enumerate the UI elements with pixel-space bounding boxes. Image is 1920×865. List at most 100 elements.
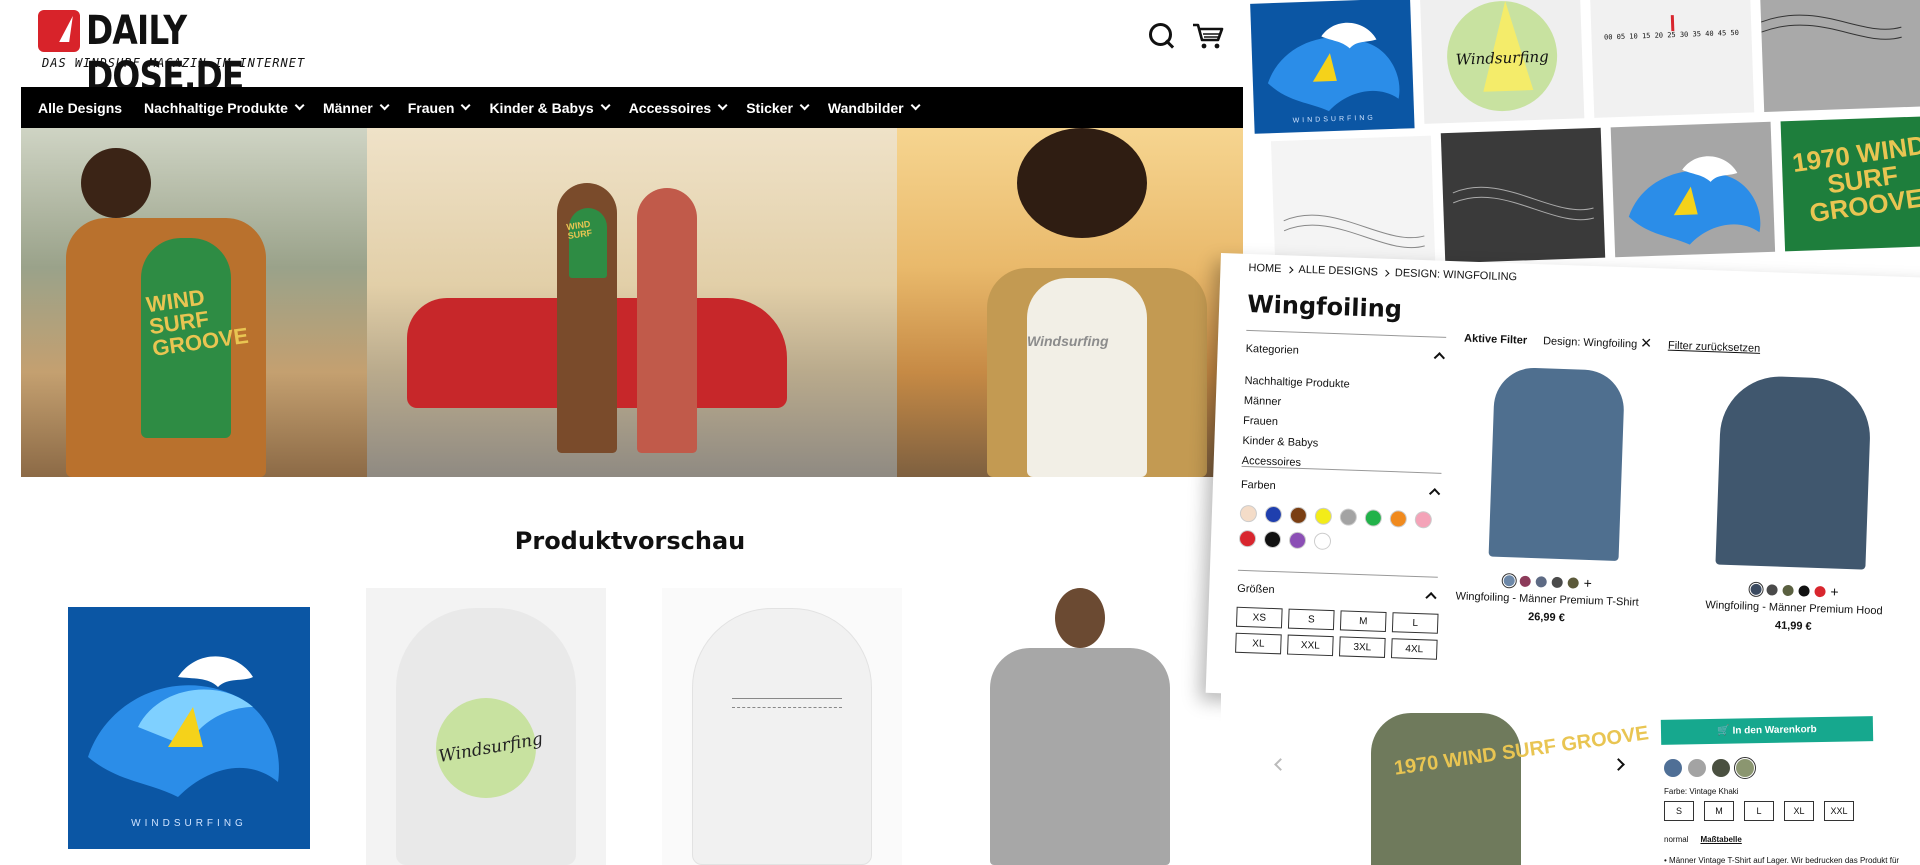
collage-tile-lines-light[interactable] [1270, 135, 1436, 272]
color-swatch[interactable] [1734, 757, 1756, 779]
collage-tile-wave[interactable]: WINDSURFING [1250, 0, 1415, 134]
collage-tile-windsurfing[interactable]: Windsurfing [1419, 0, 1585, 124]
ruler-marker [1670, 15, 1675, 32]
add-to-cart-button[interactable]: 🛒 In den Warenkorb [1660, 716, 1874, 745]
plus-icon[interactable]: + [1583, 575, 1592, 591]
product-name[interactable]: Wingfoiling - Männer Premium T-Shirt [1447, 590, 1647, 609]
nav-item-wandbilder[interactable]: Wandbilder [828, 100, 921, 116]
size-option[interactable]: M [1339, 610, 1387, 632]
nav-item-kinder-babys[interactable]: Kinder & Babys [489, 100, 611, 116]
nav-item-alle-designs[interactable]: Alle Designs [38, 100, 122, 116]
breadcrumb-alle-designs[interactable]: ALLE DESIGNS [1298, 264, 1378, 279]
hero-banner[interactable]: WIND SURF GROOVE WIND SURF Windsurfing [21, 128, 1243, 477]
color-swatch[interactable] [1688, 759, 1706, 777]
ruler-graphic [732, 698, 842, 708]
reset-filters-link[interactable]: Filter zurücksetzen [1668, 339, 1761, 354]
size-option[interactable]: L [1744, 801, 1774, 821]
color-swatch[interactable] [1288, 531, 1307, 550]
facet-categories: Kategorien Nachhaltige Produkte Männer F… [1241, 329, 1447, 478]
size-option[interactable]: M [1704, 801, 1734, 821]
chevron-left-icon[interactable] [1274, 758, 1287, 771]
color-swatch[interactable] [1263, 530, 1282, 549]
collage-tile-ruler[interactable]: 00 05 10 15 20 25 30 35 40 45 50 [1589, 0, 1755, 118]
color-swatch[interactable] [1264, 505, 1283, 524]
cart-icon: 🛒 [1717, 725, 1733, 737]
product-swatches: + [1448, 572, 1648, 591]
size-option[interactable]: 3XL [1338, 636, 1386, 658]
color-swatch[interactable] [1314, 507, 1333, 526]
preview-card-white-hoodie[interactable] [662, 588, 902, 865]
size-option[interactable]: XS [1235, 606, 1283, 629]
size-option[interactable]: XL [1235, 632, 1282, 655]
color-swatch[interactable] [1535, 576, 1547, 588]
facet-header[interactable]: Größen [1237, 569, 1438, 604]
color-swatch[interactable] [1501, 572, 1517, 589]
preview-card-women-tee[interactable] [960, 588, 1200, 865]
chevron-down-icon [799, 100, 810, 111]
white-shirt-shape [1027, 278, 1147, 477]
product-name[interactable]: Wingfoiling - Männer Premium Hood [1694, 599, 1894, 618]
color-swatch[interactable] [1798, 585, 1810, 597]
product-image[interactable] [1695, 374, 1902, 571]
facet-header[interactable]: Kategorien [1245, 329, 1447, 364]
preview-card-hoodie[interactable]: Windsurfing [366, 588, 606, 865]
size-option[interactable]: XXL [1287, 634, 1334, 657]
color-swatch[interactable] [1389, 510, 1408, 528]
site-logo[interactable]: DAILY DOSE.DE DAS WINDSURF MAGAZIN IM IN… [38, 8, 318, 100]
product-price: 41,99 € [1774, 619, 1812, 633]
breadcrumb-home[interactable]: HOME [1248, 262, 1281, 275]
nav-item-accessoires[interactable]: Accessoires [629, 100, 728, 116]
chevron-down-icon [717, 100, 728, 111]
color-swatch[interactable] [1313, 532, 1332, 551]
size-option[interactable]: L [1391, 612, 1439, 634]
fit-value: normal [1664, 835, 1689, 844]
collage-tile-groove[interactable]: 1970 WIND SURF GROOVE [1780, 115, 1920, 252]
cart-icon[interactable] [1192, 22, 1224, 50]
color-swatch[interactable] [1364, 509, 1383, 527]
color-swatch[interactable] [1414, 510, 1433, 529]
filter-chip[interactable]: Design: Wingfoiling ✕ [1543, 334, 1652, 351]
size-option[interactable]: XXL [1824, 801, 1854, 821]
color-swatch[interactable] [1814, 585, 1826, 598]
color-swatch[interactable] [1748, 581, 1764, 598]
nav-item-frauen[interactable]: Frauen [407, 99, 472, 116]
color-swatch[interactable] [1289, 506, 1308, 525]
nav-item-sticker[interactable]: Sticker [746, 100, 810, 116]
plus-icon[interactable]: + [1830, 583, 1839, 599]
nav-item-maenner[interactable]: Männer [323, 100, 390, 116]
product-image[interactable] [1449, 365, 1656, 562]
collage-tile-wave-grey[interactable] [1610, 121, 1776, 258]
nav-label: Frauen [407, 99, 455, 116]
card-label: WINDSURFING [131, 818, 247, 829]
color-swatch[interactable] [1782, 584, 1794, 597]
hoodie-shape [1715, 374, 1872, 570]
product-card-hoodie[interactable]: + Wingfoiling - Männer Premium Hood 41,9… [1693, 374, 1902, 636]
wave-graphic [1628, 156, 1761, 245]
collage-tile-lines[interactable] [1759, 0, 1920, 112]
line-graphic [1760, 14, 1902, 40]
close-icon[interactable]: ✕ [1640, 335, 1652, 351]
chevron-down-icon [910, 100, 921, 111]
size-option[interactable]: XL [1784, 801, 1814, 821]
color-swatch[interactable] [1238, 529, 1257, 548]
color-swatch[interactable] [1567, 577, 1579, 589]
color-swatch[interactable] [1339, 508, 1358, 526]
color-swatch[interactable] [1766, 584, 1778, 596]
nav-item-nachhaltige-produkte[interactable]: Nachhaltige Produkte [144, 100, 305, 116]
color-swatch[interactable] [1239, 504, 1258, 523]
search-icon[interactable] [1148, 22, 1176, 50]
product-card-tshirt[interactable]: + Wingfoiling - Männer Premium T-Shirt 2… [1446, 365, 1655, 627]
color-swatch[interactable] [1519, 575, 1531, 588]
chevron-right-icon[interactable] [1612, 758, 1625, 771]
color-swatch[interactable] [1664, 759, 1682, 777]
preview-card-poster[interactable]: WINDSURFING [68, 607, 310, 849]
color-swatch[interactable] [1712, 759, 1730, 777]
size-option[interactable]: 4XL [1390, 638, 1438, 660]
chevron-up-icon [1428, 488, 1441, 500]
collage-tile-lines-dark[interactable] [1440, 127, 1606, 264]
detail-size-list: S M L XL XXL [1664, 801, 1854, 821]
size-table-link[interactable]: Maßtabelle [1700, 835, 1741, 844]
size-option[interactable]: S [1287, 608, 1335, 631]
color-swatch[interactable] [1551, 576, 1563, 589]
size-option[interactable]: S [1664, 801, 1694, 821]
